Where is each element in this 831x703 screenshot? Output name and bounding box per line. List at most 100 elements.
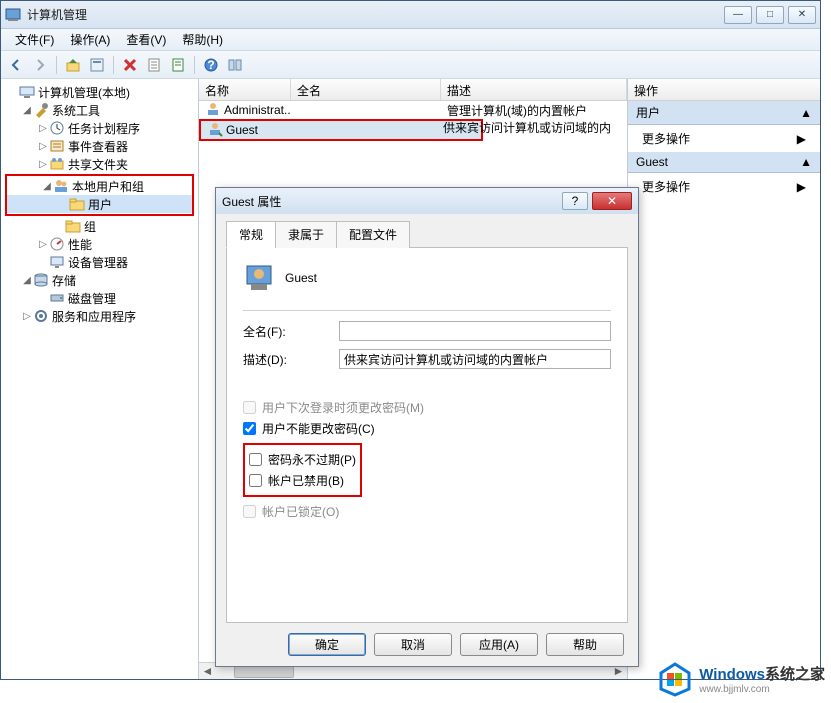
checkbox-locked-input [243,505,256,518]
menu-help[interactable]: 帮助(H) [174,29,231,50]
users-icon [53,178,69,194]
forward-button[interactable] [29,54,51,76]
cancel-button[interactable]: 取消 [374,633,452,656]
tree-system-tools[interactable]: ◢系统工具 [3,101,196,119]
tree-task-scheduler[interactable]: ▷任务计划程序 [3,119,196,137]
checkbox-locked: 帐户已锁定(O) [243,503,611,520]
clock-icon [49,120,65,136]
toolbar-separator [56,56,57,74]
minimize-button[interactable]: — [724,6,752,24]
user-row-administrator[interactable]: Administrat... 管理计算机(域)的内置帐户 [199,101,627,119]
toolbar-separator [194,56,195,74]
help-button[interactable]: 帮助 [546,633,624,656]
tree-local-users-groups[interactable]: ◢本地用户和组 [7,177,192,195]
computer-icon [19,84,35,100]
dialog-tabs: 常规 隶属于 配置文件 [226,220,628,248]
fullname-label: 全名(F): [243,323,339,340]
tree-storage[interactable]: ◢存储 [3,271,196,289]
menu-file[interactable]: 文件(F) [7,29,62,50]
watermark: Windows系统之家 www.bjjmlv.com [657,661,825,697]
dialog-title: Guest 属性 [222,193,562,210]
actions-header: 操作 [628,79,820,101]
menu-view[interactable]: 查看(V) [118,29,174,50]
tree-panel[interactable]: 计算机管理(本地) ◢系统工具 ▷任务计划程序 ▷事件查看器 ▷共享文件夹 ◢本… [1,79,199,679]
action-more-users[interactable]: 更多操作▶ [628,125,820,152]
checkbox-never-expire[interactable]: 密码永不过期(P) [249,451,356,468]
user-icon [207,121,223,140]
guest-properties-dialog: Guest 属性 ? ✕ 常规 隶属于 配置文件 Guest 全名(F): [215,187,639,667]
checkbox-disabled[interactable]: 帐户已禁用(B) [249,472,356,489]
collapse-icon: ▲ [800,106,812,120]
export-button[interactable] [167,54,189,76]
action-group-guest[interactable]: Guest▲ [628,152,820,173]
tree-users[interactable]: 用户 [7,195,192,213]
tree-services-apps[interactable]: ▷服务和应用程序 [3,307,196,325]
actions-panel: 操作 用户▲ 更多操作▶ Guest▲ 更多操作▶ [628,79,820,679]
folder-icon [69,196,85,212]
tab-profile[interactable]: 配置文件 [336,221,410,248]
list-header: 名称 全名 描述 [199,79,627,101]
tab-general[interactable]: 常规 [226,221,276,248]
tree-shared-folders[interactable]: ▷共享文件夹 [3,155,196,173]
tree-disk-mgmt[interactable]: 磁盘管理 [3,289,196,307]
up-button[interactable] [62,54,84,76]
user-avatar-icon [243,262,275,294]
action-more-guest[interactable]: 更多操作▶ [628,173,820,200]
tree-groups[interactable]: 组 [3,217,196,235]
delete-button[interactable] [119,54,141,76]
tab-member-of[interactable]: 隶属于 [275,221,337,248]
username-label: Guest [285,271,317,285]
watermark-text: Windows系统之家 www.bjjmlv.com [699,663,825,695]
perf-icon [49,236,65,252]
col-desc-header[interactable]: 描述 [441,79,627,100]
share-icon [49,156,65,172]
window-buttons: — □ ✕ [724,6,816,24]
col-name-header[interactable]: 名称 [199,79,291,100]
description-input[interactable] [339,349,611,369]
highlighted-tree-section: ◢本地用户和组 用户 [5,174,194,216]
col-fullname-header[interactable]: 全名 [291,79,441,100]
scroll-left-icon[interactable]: ◄ [199,664,216,679]
dialog-titlebar: Guest 属性 ? ✕ [216,188,638,214]
dialog-help-button[interactable]: ? [562,192,588,210]
tree-device-manager[interactable]: 设备管理器 [3,253,196,271]
show-hide-button[interactable] [224,54,246,76]
close-button[interactable]: ✕ [788,6,816,24]
toolbar: ? [1,51,820,79]
svg-text:?: ? [207,58,214,72]
dialog-close-button[interactable]: ✕ [592,192,632,210]
tree-root[interactable]: 计算机管理(本地) [3,83,196,101]
ok-button[interactable]: 确定 [288,633,366,656]
tree-performance[interactable]: ▷性能 [3,235,196,253]
highlighted-user-row: Guest [199,119,483,141]
dialog-body: 常规 隶属于 配置文件 Guest 全名(F): 描述(D): [216,214,638,666]
fullname-row: 全名(F): [243,321,611,341]
user-header: Guest [243,262,611,294]
apply-button[interactable]: 应用(A) [460,633,538,656]
properties-button[interactable] [86,54,108,76]
description-label: 描述(D): [243,351,339,368]
disk-icon [49,290,65,306]
help-button[interactable]: ? [200,54,222,76]
tree-event-viewer[interactable]: ▷事件查看器 [3,137,196,155]
main-window: 计算机管理 — □ ✕ 文件(F) 操作(A) 查看(V) 帮助(H) ? 计算… [0,0,821,680]
event-icon [49,138,65,154]
user-row-guest[interactable]: Guest [201,121,481,139]
storage-icon [33,272,49,288]
back-button[interactable] [5,54,27,76]
device-icon [49,254,65,270]
checkbox-disabled-input[interactable] [249,474,262,487]
checkbox-cannot-change-input[interactable] [243,422,256,435]
menu-action[interactable]: 操作(A) [62,29,118,50]
fullname-input[interactable] [339,321,611,341]
tools-icon [33,102,49,118]
chevron-right-icon: ▶ [797,180,806,194]
maximize-button[interactable]: □ [756,6,784,24]
action-group-users[interactable]: 用户▲ [628,101,820,125]
collapse-icon: ▲ [800,155,812,169]
user-icon [205,101,221,120]
checkbox-cannot-change[interactable]: 用户不能更改密码(C) [243,420,611,437]
refresh-button[interactable] [143,54,165,76]
checkbox-never-expire-input[interactable] [249,453,262,466]
folder-icon [65,218,81,234]
